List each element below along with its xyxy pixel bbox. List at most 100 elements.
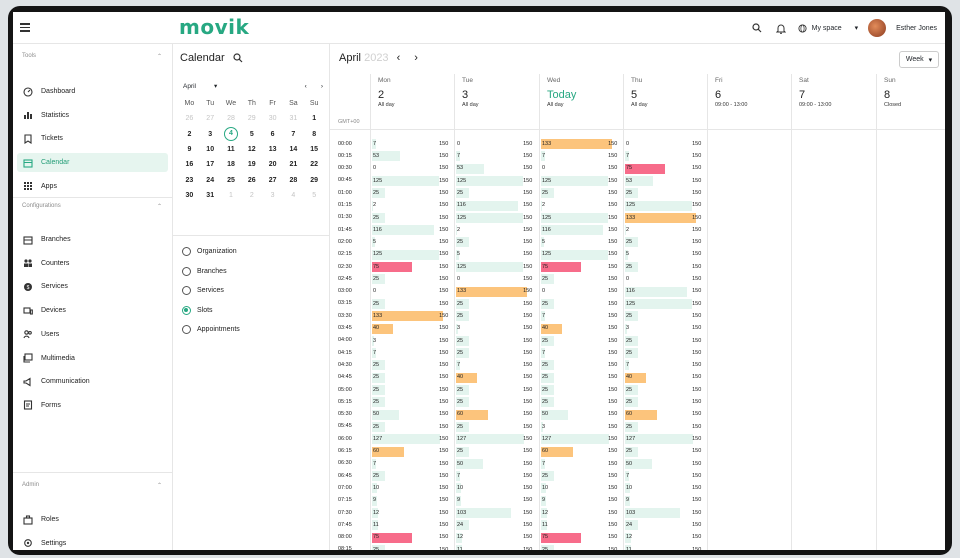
day-cell[interactable]: 12 [241, 146, 262, 153]
slot-cell[interactable]: 25 150 [370, 212, 454, 224]
slot-cell[interactable]: 10 150 [539, 482, 623, 494]
slot-cell[interactable]: 53 150 [454, 163, 538, 175]
day-cell[interactable]: 23 [179, 177, 200, 184]
slot-cell[interactable]: 125 150 [454, 261, 538, 273]
slot-cell[interactable]: 25 150 [454, 187, 538, 199]
slot-cell[interactable]: 25 150 [623, 187, 707, 199]
slot-cell[interactable]: 7 150 [370, 458, 454, 470]
slot-cell[interactable]: 53 150 [370, 150, 454, 162]
day-header-wed[interactable]: Wed Today All day [539, 74, 623, 130]
slot-cell[interactable]: 75 150 [539, 261, 623, 273]
slot-cell[interactable]: 3 150 [623, 323, 707, 335]
slot-cell[interactable]: 25 150 [539, 544, 623, 550]
day-cell[interactable]: 28 [221, 115, 242, 122]
filter-branches[interactable]: Branches [182, 266, 227, 276]
day-cell[interactable]: 3 [262, 192, 283, 199]
day-cell[interactable]: 3 [200, 131, 221, 138]
day-cell[interactable]: 25 [221, 177, 242, 184]
day-cell[interactable]: 28 [283, 177, 304, 184]
slot-cell[interactable]: 25 150 [539, 396, 623, 408]
sidebar-item-users[interactable]: Users [17, 325, 168, 344]
slot-cell[interactable]: 116 150 [623, 286, 707, 298]
sidebar-item-multimedia[interactable]: Multimedia [17, 349, 168, 368]
slot-cell[interactable]: 25 150 [539, 384, 623, 396]
day-cell[interactable]: 18 [221, 161, 242, 168]
slot-cell[interactable]: 3 150 [370, 335, 454, 347]
day-cell[interactable]: 16 [179, 161, 200, 168]
sidebar-item-statistics[interactable]: Statistics [17, 106, 168, 125]
slot-cell[interactable]: 133 150 [623, 212, 707, 224]
day-cell[interactable]: 8 [304, 131, 325, 138]
slot-cell[interactable]: 125 150 [370, 175, 454, 187]
hamburger-menu-icon[interactable] [18, 21, 32, 35]
slot-cell[interactable]: 25 150 [370, 421, 454, 433]
slot-cell[interactable]: 25 150 [370, 470, 454, 482]
slot-cell[interactable]: 127 150 [539, 433, 623, 445]
slot-cell[interactable]: 25 150 [539, 335, 623, 347]
slot-cell[interactable]: 116 150 [539, 224, 623, 236]
slot-cell[interactable]: 0 150 [370, 163, 454, 175]
slot-cell[interactable]: 50 150 [370, 409, 454, 421]
filter-appointments[interactable]: Appointments [182, 325, 240, 335]
day-cell[interactable]: 5 [241, 131, 262, 138]
slot-cell[interactable]: 5 150 [623, 249, 707, 261]
radio-button[interactable] [182, 286, 191, 296]
slot-cell[interactable]: 40 150 [539, 323, 623, 335]
slot-cell[interactable]: 127 150 [454, 433, 538, 445]
filter-services[interactable]: Services [182, 286, 224, 296]
day-cell[interactable]: 22 [304, 161, 325, 168]
slot-cell[interactable]: 11 150 [623, 544, 707, 550]
day-cell[interactable]: 2 [241, 192, 262, 199]
day-cell[interactable]: 29 [241, 115, 262, 122]
next-week-button[interactable]: › [414, 52, 418, 64]
slot-cell[interactable]: 3 150 [454, 323, 538, 335]
slot-cell[interactable]: 50 150 [454, 458, 538, 470]
day-cell[interactable]: 13 [262, 146, 283, 153]
day-cell[interactable]: 1 [304, 115, 325, 122]
slot-cell[interactable]: 25 150 [370, 544, 454, 550]
sidebar-item-branches[interactable]: Branches [17, 230, 168, 249]
slot-cell[interactable]: 125 150 [539, 249, 623, 261]
slot-cell[interactable]: 10 150 [623, 482, 707, 494]
slot-cell[interactable]: 25 150 [623, 261, 707, 273]
slot-cell[interactable]: 7 150 [370, 138, 454, 150]
day-cell[interactable]: 2 [179, 131, 200, 138]
slot-cell[interactable]: 125 150 [370, 249, 454, 261]
slot-cell[interactable]: 9 150 [623, 495, 707, 507]
slot-cell[interactable]: 0 150 [539, 163, 623, 175]
slot-cell[interactable]: 7 150 [623, 359, 707, 371]
slot-cell[interactable]: 25 150 [539, 372, 623, 384]
radio-button[interactable] [182, 305, 191, 315]
slot-cell[interactable]: 10 150 [454, 482, 538, 494]
slot-cell[interactable]: 125 150 [454, 212, 538, 224]
slot-cell[interactable]: 116 150 [454, 200, 538, 212]
day-header-tue[interactable]: Tue 3 All day [454, 74, 538, 130]
slot-cell[interactable]: 25 150 [623, 421, 707, 433]
slot-cell[interactable]: 5 150 [454, 249, 538, 261]
radio-button[interactable] [182, 325, 191, 335]
slot-cell[interactable]: 9 150 [539, 495, 623, 507]
slot-cell[interactable]: 24 150 [623, 519, 707, 531]
next-month-button[interactable]: › [321, 83, 323, 90]
prev-week-button[interactable]: ‹ [397, 52, 401, 64]
day-cell[interactable]: 31 [283, 115, 304, 122]
slot-cell[interactable]: 25 150 [623, 446, 707, 458]
slot-cell[interactable]: 25 150 [454, 384, 538, 396]
slot-cell[interactable]: 25 150 [454, 310, 538, 322]
filter-slots[interactable]: Slots [182, 305, 213, 315]
slot-cell[interactable]: 25 150 [539, 298, 623, 310]
radio-button[interactable] [182, 266, 191, 276]
slot-cell[interactable]: 2 150 [539, 200, 623, 212]
sidebar-item-settings[interactable]: Settings [17, 534, 168, 550]
slot-cell[interactable]: 103 150 [454, 507, 538, 519]
slot-cell[interactable]: 125 150 [623, 298, 707, 310]
slot-cell[interactable]: 7 150 [539, 347, 623, 359]
slot-cell[interactable]: 25 150 [539, 359, 623, 371]
day-header-sat[interactable]: Sat 7 09:00 - 13:00 [791, 74, 875, 130]
slot-cell[interactable]: 133 150 [539, 138, 623, 150]
slot-cell[interactable]: 25 150 [370, 372, 454, 384]
slot-cell[interactable]: 116 150 [370, 224, 454, 236]
sidebar-item-dashboard[interactable]: Dashboard [17, 82, 168, 101]
slot-cell[interactable]: 2 150 [623, 224, 707, 236]
slot-cell[interactable]: 75 150 [370, 532, 454, 544]
